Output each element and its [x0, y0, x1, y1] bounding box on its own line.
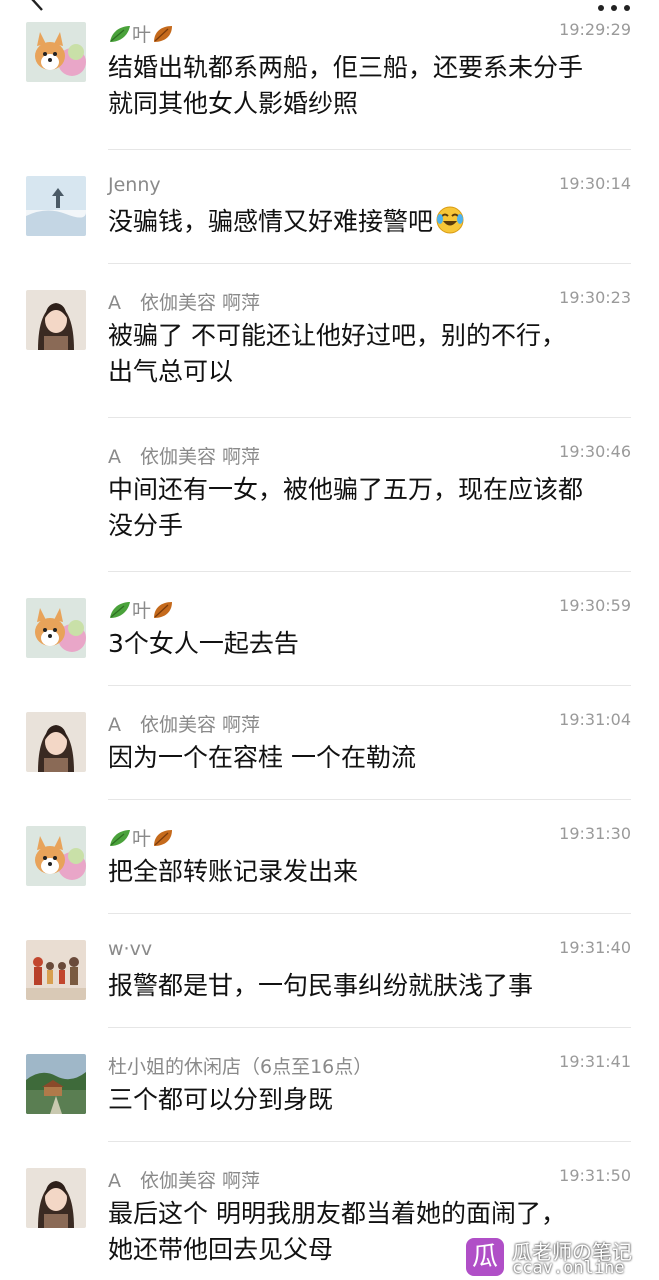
sender-name: A 依伽美容 啊萍	[108, 446, 261, 468]
chevron-left-icon[interactable]	[24, 0, 50, 12]
girl-avatar-icon	[26, 712, 86, 772]
avatar[interactable]	[26, 1168, 86, 1228]
dog-avatar-icon	[26, 22, 86, 82]
message-item: A 依伽美容 啊萍 19:31:04 因为一个在容桂 一个在勒流	[0, 704, 659, 800]
divider	[108, 571, 631, 572]
message-item: A 依伽美容 啊萍 19:30:23 被骗了 不可能还让他好过吧，别的不行， 出…	[0, 282, 659, 418]
message-item: A 依伽美容 啊萍 19:30:46 中间还有一女，被他骗了五万，现在应该都 没…	[0, 436, 659, 572]
message-item: 叶 19:31:30 把全部转账记录发出来	[0, 818, 659, 914]
watermark: 瓜 瓜老师の笔记 ccav.online	[466, 1236, 656, 1278]
watermark-url: ccav.online	[512, 1258, 625, 1278]
timestamp: 19:31:30	[559, 824, 631, 843]
sender-name: A 依伽美容 啊萍	[108, 292, 261, 314]
message-text: 结婚出轨都系两船，佢三船，还要系未分手 就同其他女人影婚纱照	[108, 53, 584, 118]
divider	[108, 799, 631, 800]
message-item: 叶 19:29:29 结婚出轨都系两船，佢三船，还要系未分手 就同其他女人影婚纱…	[0, 14, 659, 150]
divider	[108, 149, 631, 150]
timestamp: 19:31:40	[559, 938, 631, 957]
divider	[108, 913, 631, 914]
leaf-icon	[110, 26, 130, 42]
sender-name: A 依伽美容 啊萍	[108, 1170, 261, 1192]
message-text: 被骗了 不可能还让他好过吧，别的不行， 出气总可以	[108, 321, 566, 386]
sender-name: Jenny	[108, 174, 161, 196]
avatar[interactable]	[26, 290, 86, 350]
divider	[108, 1027, 631, 1028]
timestamp: 19:30:14	[559, 174, 631, 193]
message-text: 报警都是甘，一句民事纠纷就肤浅了事	[108, 971, 534, 1000]
divider	[108, 263, 631, 264]
girl-avatar-icon	[26, 290, 86, 350]
autumn-leaf-icon	[154, 602, 173, 618]
timestamp: 19:30:59	[559, 596, 631, 615]
girl-avatar-icon	[26, 1168, 86, 1228]
laughing-crying-emoji-icon	[436, 206, 464, 234]
message-text: 因为一个在容桂 一个在勒流	[108, 743, 416, 772]
sender-name: w·vv	[108, 938, 153, 960]
message-text: 没骗钱，骗感情又好难接警吧	[108, 204, 636, 240]
message-text: 把全部转账记录发出来	[108, 857, 359, 886]
avatar[interactable]	[26, 940, 86, 1000]
timestamp: 19:30:23	[559, 288, 631, 307]
sender-name: A 依伽美容 啊萍	[108, 714, 261, 736]
message-item: 杜小姐的休闲店（6点至16点） 19:31:41 三个都可以分到身既	[0, 1046, 659, 1142]
ellipsis-icon[interactable]	[597, 4, 631, 12]
dog-avatar-icon	[26, 826, 86, 886]
leaf-icon	[110, 602, 130, 618]
timestamp: 19:29:29	[559, 20, 631, 39]
timestamp: 19:30:46	[559, 442, 631, 461]
watermark-logo: 瓜	[466, 1238, 504, 1276]
divider	[108, 685, 631, 686]
message-item: w·vv 19:31:40 报警都是甘，一句民事纠纷就肤浅了事	[0, 932, 659, 1028]
avatar[interactable]	[26, 176, 86, 236]
leaf-icon	[110, 830, 130, 846]
timestamp: 19:31:50	[559, 1166, 631, 1185]
timestamp: 19:31:41	[559, 1052, 631, 1071]
message-text: 中间还有一女，被他骗了五万，现在应该都 没分手	[108, 475, 584, 540]
avatar[interactable]	[26, 598, 86, 658]
message-text: 三个都可以分到身既	[108, 1085, 334, 1114]
avatar[interactable]	[26, 712, 86, 772]
message-item: 叶 19:30:59 3个女人一起去告	[0, 590, 659, 686]
message-item: Jenny 19:30:14 没骗钱，骗感情又好难接警吧	[0, 168, 659, 264]
timestamp: 19:31:04	[559, 710, 631, 729]
sender-name: 叶	[108, 20, 175, 47]
landscape-avatar-icon	[26, 1054, 86, 1114]
divider	[108, 417, 631, 418]
avatar[interactable]	[26, 826, 86, 886]
snow-lake-avatar-icon	[26, 176, 86, 236]
divider	[108, 1141, 631, 1142]
sender-name: 叶	[108, 596, 175, 623]
sender-name: 杜小姐的休闲店（6点至16点）	[108, 1056, 373, 1078]
avatar[interactable]	[26, 1054, 86, 1114]
family-avatar-icon	[26, 940, 86, 1000]
dog-avatar-icon	[26, 598, 86, 658]
autumn-leaf-icon	[154, 830, 173, 846]
message-text: 3个女人一起去告	[108, 629, 299, 658]
avatar[interactable]	[26, 22, 86, 82]
sender-name: 叶	[108, 824, 175, 851]
autumn-leaf-icon	[154, 26, 173, 42]
